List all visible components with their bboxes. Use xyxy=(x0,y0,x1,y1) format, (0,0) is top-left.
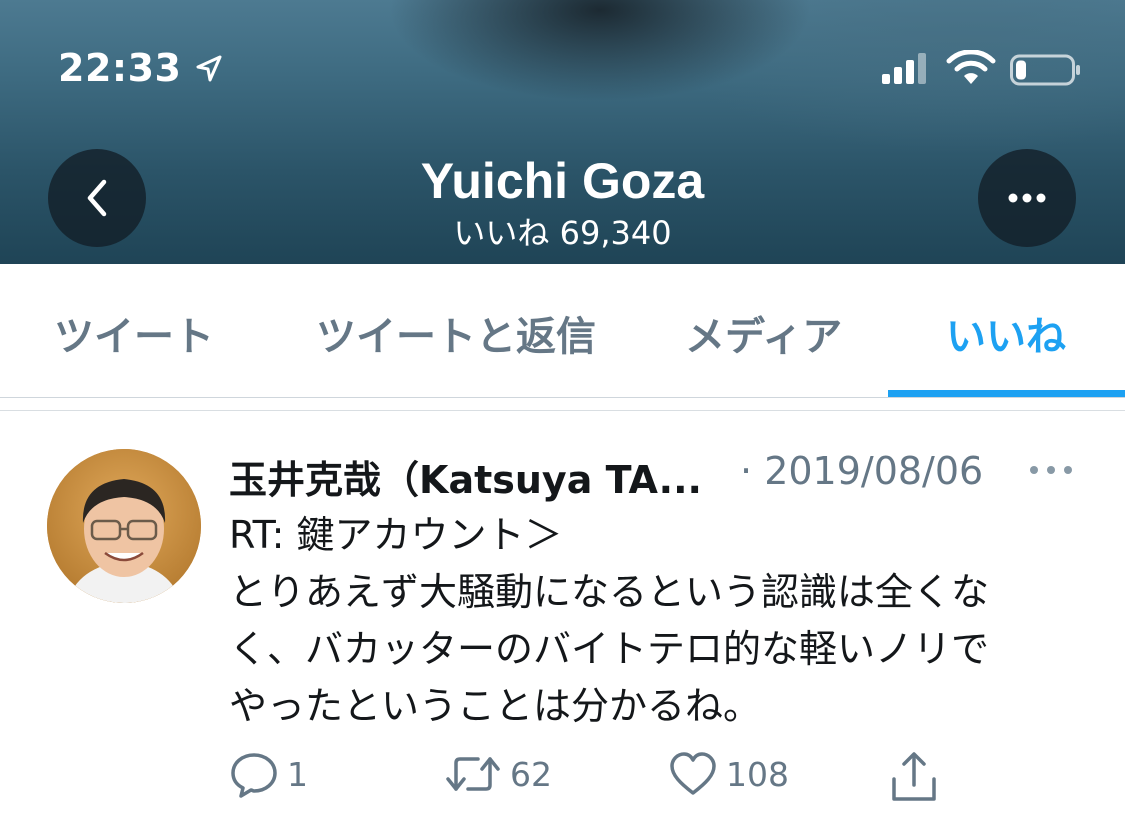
tab-likes[interactable]: いいね xyxy=(946,304,1066,362)
like-count: 108 xyxy=(726,754,789,794)
tweet-date[interactable]: 2019/08/06 xyxy=(764,449,983,493)
reply-count: 1 xyxy=(287,754,308,794)
location-arrow-icon xyxy=(196,55,222,82)
active-tab-indicator xyxy=(888,390,1125,397)
share-icon xyxy=(892,752,936,801)
tweet-line: く、バカッターのバイトテロ的な軽いノリで xyxy=(229,627,990,671)
tab-tweets[interactable]: ツイート xyxy=(54,304,214,362)
reply-icon xyxy=(231,753,277,798)
like-button[interactable]: 108 xyxy=(668,749,789,799)
avatar[interactable] xyxy=(47,449,201,603)
likes-count: いいね 69,340 xyxy=(453,214,672,252)
profile-name: Yuichi Goza xyxy=(420,153,705,209)
tweet-text: RT: 鍵アカウント＞ とりあえず大騒動になるという認識は全くな く、バカッター… xyxy=(229,507,1089,735)
tweet-actions: 1 62 108 xyxy=(0,749,1125,809)
retweet-icon xyxy=(446,757,500,791)
tab-media[interactable]: メディア xyxy=(685,304,842,362)
share-button[interactable] xyxy=(886,749,942,805)
signal-icon xyxy=(882,53,926,84)
tweet-more-icon[interactable] xyxy=(1028,463,1074,477)
retweet-button[interactable]: 62 xyxy=(444,749,552,799)
tweet-card[interactable]: 玉井克哉（Katsuya TA... · 2019/08/06 RT: 鍵アカウ… xyxy=(0,411,1125,832)
tweet-meta: · 2019/08/06 xyxy=(740,449,983,493)
like-icon xyxy=(670,752,716,795)
battery-icon xyxy=(1010,54,1080,86)
reply-button[interactable]: 1 xyxy=(229,749,308,799)
tab-tweets-and-replies[interactable]: ツイートと返信 xyxy=(316,304,596,362)
wifi-icon xyxy=(946,50,996,84)
status-time: 22:33 xyxy=(58,46,182,90)
tweet-author[interactable]: 玉井克哉（Katsuya TA... xyxy=(229,449,729,504)
meta-separator: · xyxy=(740,449,753,493)
profile-header: 22:33 Yuichi Goza いいね 69,340 xyxy=(0,0,1125,264)
retweet-count: 62 xyxy=(510,754,552,794)
tweet-line: RT: 鍵アカウント＞ xyxy=(229,513,563,557)
profile-tabs: ツイート ツイートと返信 メディア いいね xyxy=(0,264,1125,398)
tweet-line: とりあえず大騒動になるという認識は全くな xyxy=(229,570,990,614)
tweet-line: やったということは分かるね。 xyxy=(229,684,762,728)
